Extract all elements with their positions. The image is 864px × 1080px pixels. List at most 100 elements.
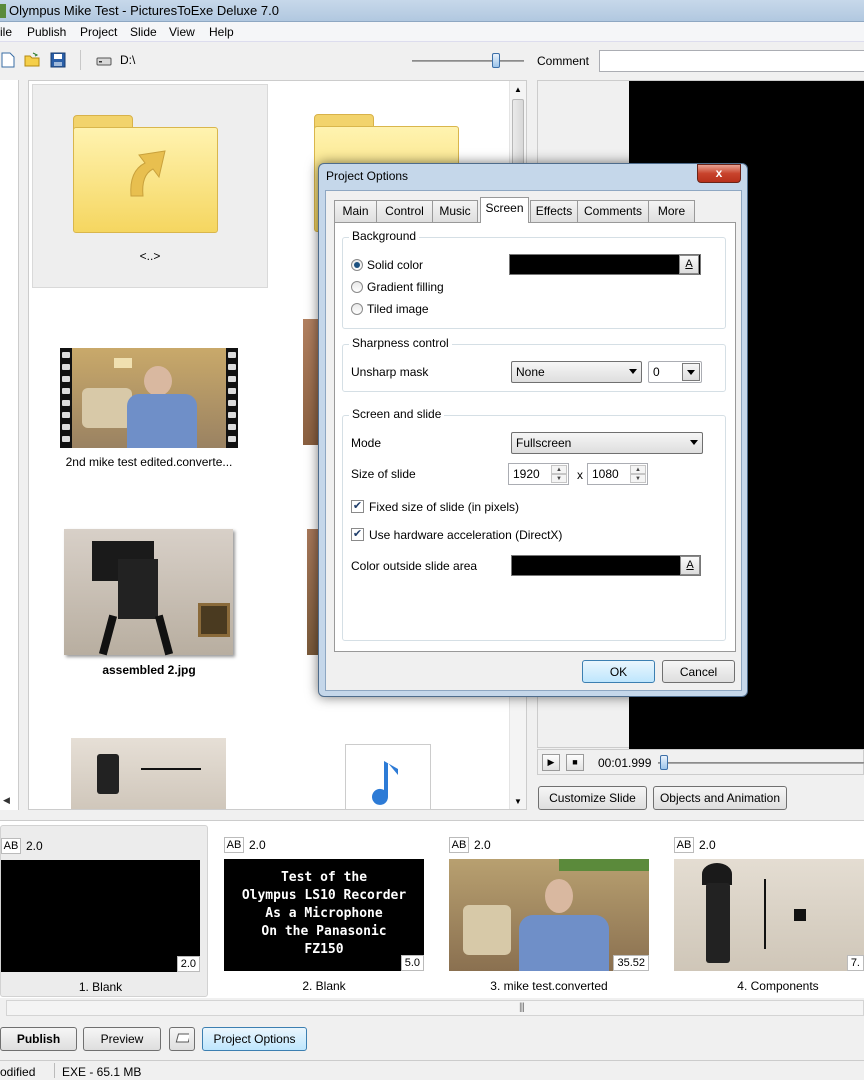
current-path: D:\ bbox=[120, 53, 136, 67]
outside-color-button[interactable]: A bbox=[680, 556, 700, 575]
radio-solid-color[interactable] bbox=[351, 259, 363, 271]
scroll-grip-icon[interactable]: ||| bbox=[519, 1002, 525, 1013]
playback-slider-thumb[interactable] bbox=[660, 755, 669, 770]
unsharp-mask-select[interactable]: None bbox=[511, 361, 642, 383]
fixed-size-label: Fixed size of slide (in pixels) bbox=[369, 500, 520, 514]
background-color-button[interactable]: A bbox=[679, 255, 699, 274]
menu-bar: ile Publish Project Slide View Help bbox=[0, 22, 864, 42]
play-button[interactable]: ▶ bbox=[542, 754, 560, 771]
timecode: 00:01.999 bbox=[598, 756, 652, 770]
tab-comments[interactable]: Comments bbox=[577, 200, 649, 222]
zoom-slider-track[interactable] bbox=[412, 60, 524, 62]
publish-button[interactable]: Publish bbox=[0, 1027, 77, 1051]
customize-slide-button[interactable]: Customize Slide bbox=[538, 786, 647, 810]
chevron-down-icon bbox=[629, 369, 637, 374]
radio-tiled-image[interactable] bbox=[351, 303, 363, 315]
new-file-icon[interactable] bbox=[0, 52, 16, 68]
sharpness-label: Sharpness control bbox=[349, 336, 452, 350]
chevron-down-icon bbox=[682, 363, 700, 381]
fixed-size-checkbox[interactable]: ✔ bbox=[351, 500, 364, 513]
folder-tree[interactable]: C:)) (D:psreoletlles 2es 2a GrMCey 4in p… bbox=[0, 80, 19, 810]
folder-up-tile[interactable]: <..> bbox=[32, 84, 268, 288]
menu-file[interactable]: ile bbox=[0, 25, 12, 39]
preview-button[interactable]: Preview bbox=[83, 1027, 161, 1051]
radio-gradient-filling[interactable] bbox=[351, 281, 363, 293]
gradient-filling-label: Gradient filling bbox=[367, 280, 444, 294]
ab-tag[interactable]: AB bbox=[1, 838, 21, 854]
ok-button[interactable]: OK bbox=[582, 660, 655, 683]
slide-width-input[interactable]: 1920 ▲ ▼ bbox=[508, 463, 569, 485]
comment-input[interactable] bbox=[599, 50, 864, 72]
open-folder-icon[interactable] bbox=[24, 52, 40, 68]
spin-down-icon[interactable]: ▼ bbox=[630, 474, 646, 483]
mode-select[interactable]: Fullscreen bbox=[511, 432, 703, 454]
slide-item-1[interactable]: AB 2.0 2.0 1. Blank bbox=[0, 825, 208, 997]
slide-item-4[interactable]: AB 2.0 7. 4. Components bbox=[674, 825, 864, 997]
slide-caption: Test of the Olympus LS10 Recorder As a M… bbox=[241, 870, 407, 957]
screen-toggle-button[interactable] bbox=[169, 1027, 195, 1051]
window-title: Olympus Mike Test - PicturesToExe Deluxe… bbox=[9, 3, 279, 18]
menu-view[interactable]: View bbox=[169, 25, 195, 39]
slide-item-3[interactable]: AB 2.0 35.52 3. mike test.converted bbox=[449, 825, 657, 997]
project-options-button[interactable]: Project Options bbox=[202, 1027, 307, 1051]
chevron-down-icon bbox=[690, 440, 698, 445]
slide-thumbnail: 2.0 bbox=[1, 860, 200, 972]
playback-bar: ▶ ■ 00:01.999 bbox=[537, 749, 864, 775]
menu-publish[interactable]: Publish bbox=[27, 25, 66, 39]
outside-color-swatch[interactable] bbox=[511, 555, 701, 576]
slide-list-horizontal-scrollbar[interactable]: ||| bbox=[6, 1000, 864, 1016]
filmstrip-left bbox=[60, 348, 72, 448]
ab-tag[interactable]: AB bbox=[224, 837, 244, 853]
assembled-image-thumbnail[interactable] bbox=[64, 529, 233, 656]
scroll-up-icon[interactable]: ▲ bbox=[514, 85, 522, 94]
screen-and-slide-group: Screen and slide Mode Fullscreen Size of… bbox=[342, 407, 726, 641]
tab-music[interactable]: Music bbox=[432, 200, 478, 222]
slide-name: 3. mike test.converted bbox=[490, 979, 608, 993]
sharpness-group: Sharpness control Unsharp mask None 0 bbox=[342, 336, 726, 392]
slide-height-input[interactable]: 1080 ▲ ▼ bbox=[587, 463, 648, 485]
tree-scroll-left-icon[interactable]: ◀ bbox=[3, 795, 10, 806]
ab-tag[interactable]: AB bbox=[449, 837, 469, 853]
close-icon: x bbox=[715, 166, 723, 180]
spin-up-icon[interactable]: ▲ bbox=[630, 465, 646, 474]
slide-duration: 7. bbox=[846, 955, 864, 971]
components-thumbnail[interactable] bbox=[71, 738, 226, 809]
spin-down-icon[interactable]: ▼ bbox=[551, 474, 567, 483]
status-bar: odified EXE - 65.1 MB bbox=[0, 1060, 864, 1080]
background-label: Background bbox=[349, 229, 420, 243]
unsharp-amount-select[interactable]: 0 bbox=[648, 361, 702, 383]
stop-button[interactable]: ■ bbox=[566, 754, 584, 771]
comment-label: Comment bbox=[537, 54, 590, 68]
slide-name: 4. Components bbox=[737, 979, 819, 993]
status-exe-size: EXE - 65.1 MB bbox=[62, 1065, 142, 1079]
tab-main[interactable]: Main bbox=[334, 200, 377, 222]
save-icon[interactable] bbox=[50, 52, 66, 68]
screen-and-slide-label: Screen and slide bbox=[349, 407, 445, 421]
menu-project[interactable]: Project bbox=[80, 25, 117, 39]
transition-time: 2.0 bbox=[26, 839, 43, 853]
zoom-slider-thumb[interactable] bbox=[492, 53, 500, 68]
tab-more[interactable]: More bbox=[648, 200, 695, 222]
tab-control[interactable]: Control bbox=[376, 200, 433, 222]
slide-item-2[interactable]: AB 2.0 Test of the Olympus LS10 Recorder… bbox=[224, 825, 432, 997]
slide-duration: 2.0 bbox=[176, 956, 200, 972]
dialog-close-button[interactable]: x bbox=[697, 164, 741, 183]
objects-animation-button[interactable]: Objects and Animation bbox=[653, 786, 787, 810]
audio-file-thumbnail[interactable] bbox=[345, 744, 431, 809]
slide-thumbnail: 7. bbox=[674, 859, 864, 971]
spin-up-icon[interactable]: ▲ bbox=[551, 465, 567, 474]
cancel-button[interactable]: Cancel bbox=[662, 660, 735, 683]
hardware-acceleration-checkbox[interactable]: ✔ bbox=[351, 528, 364, 541]
slide-list: AB 2.0 2.0 1. Blank AB 2.0 Test of the O… bbox=[0, 820, 864, 998]
mode-label: Mode bbox=[351, 436, 382, 450]
scroll-down-icon[interactable]: ▼ bbox=[514, 797, 522, 806]
background-color-swatch[interactable] bbox=[509, 254, 701, 275]
ab-tag[interactable]: AB bbox=[674, 837, 694, 853]
tab-screen[interactable]: Screen bbox=[480, 197, 529, 223]
video-thumbnail[interactable] bbox=[60, 348, 238, 448]
menu-help[interactable]: Help bbox=[209, 25, 234, 39]
tab-effects[interactable]: Effects bbox=[530, 200, 578, 222]
playback-slider-track[interactable] bbox=[658, 762, 864, 764]
slide-thumbnail: 35.52 bbox=[449, 859, 649, 971]
menu-slide[interactable]: Slide bbox=[130, 25, 157, 39]
